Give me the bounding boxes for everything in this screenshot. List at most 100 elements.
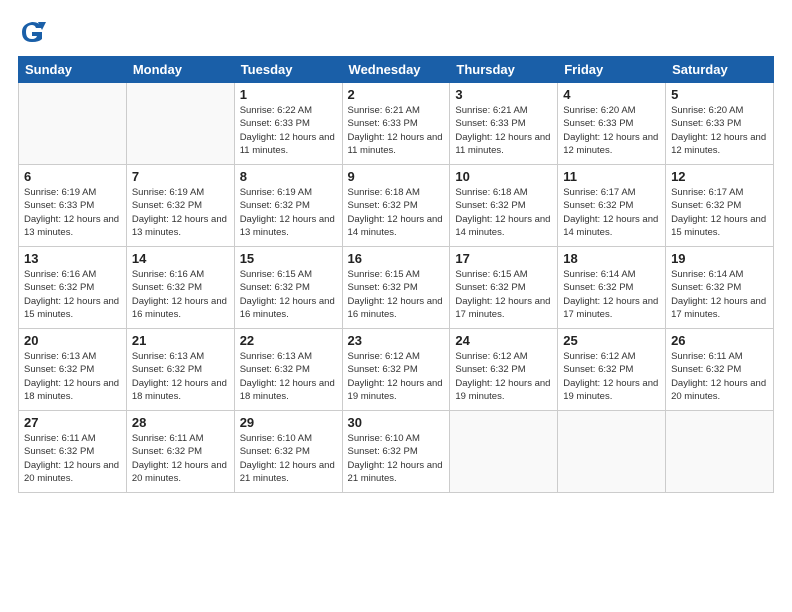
calendar-cell: 9 Sunrise: 6:18 AM Sunset: 6:32 PM Daylig… — [342, 165, 450, 247]
calendar-cell — [558, 411, 666, 493]
day-info: Sunrise: 6:15 AM Sunset: 6:32 PM Dayligh… — [455, 268, 552, 321]
day-number: 12 — [671, 169, 768, 184]
calendar-cell: 24 Sunrise: 6:12 AM Sunset: 6:32 PM Dayli… — [450, 329, 558, 411]
day-info: Sunrise: 6:17 AM Sunset: 6:32 PM Dayligh… — [563, 186, 660, 239]
day-info: Sunrise: 6:20 AM Sunset: 6:33 PM Dayligh… — [671, 104, 768, 157]
calendar-cell: 30Sunrise: 6:10 AM Sunset: 6:32 PM Dayli… — [342, 411, 450, 493]
day-info: Sunrise: 6:19 AM Sunset: 6:33 PM Dayligh… — [24, 186, 121, 239]
day-info: Sunrise: 6:10 AM Sunset: 6:32 PM Dayligh… — [348, 432, 445, 485]
calendar-cell: 15Sunrise: 6:15 AM Sunset: 6:32 PM Dayli… — [234, 247, 342, 329]
day-info: Sunrise: 6:11 AM Sunset: 6:32 PM Dayligh… — [24, 432, 121, 485]
day-number: 18 — [563, 251, 660, 266]
calendar-cell: 26 Sunrise: 6:11 AM Sunset: 6:32 PM Dayli… — [666, 329, 774, 411]
calendar-cell: 17 Sunrise: 6:15 AM Sunset: 6:32 PM Dayli… — [450, 247, 558, 329]
calendar-cell: 28Sunrise: 6:11 AM Sunset: 6:32 PM Dayli… — [126, 411, 234, 493]
calendar-table: SundayMondayTuesdayWednesdayThursdayFrid… — [18, 56, 774, 493]
calendar-cell: 1 Sunrise: 6:22 AM Sunset: 6:33 PM Daylig… — [234, 83, 342, 165]
calendar-cell: 25 Sunrise: 6:12 AM Sunset: 6:32 PM Dayli… — [558, 329, 666, 411]
day-number: 8 — [240, 169, 337, 184]
calendar-week-row: 1 Sunrise: 6:22 AM Sunset: 6:33 PM Daylig… — [19, 83, 774, 165]
day-info: Sunrise: 6:16 AM Sunset: 6:32 PM Dayligh… — [132, 268, 229, 321]
calendar-cell: 11 Sunrise: 6:17 AM Sunset: 6:32 PM Dayli… — [558, 165, 666, 247]
calendar-cell: 8 Sunrise: 6:19 AM Sunset: 6:32 PM Daylig… — [234, 165, 342, 247]
day-info: Sunrise: 6:14 AM Sunset: 6:32 PM Dayligh… — [671, 268, 768, 321]
day-info: Sunrise: 6:22 AM Sunset: 6:33 PM Dayligh… — [240, 104, 337, 157]
day-info: Sunrise: 6:13 AM Sunset: 6:32 PM Dayligh… — [240, 350, 337, 403]
day-number: 2 — [348, 87, 445, 102]
weekday-header-row: SundayMondayTuesdayWednesdayThursdayFrid… — [19, 57, 774, 83]
day-info: Sunrise: 6:18 AM Sunset: 6:32 PM Dayligh… — [455, 186, 552, 239]
calendar-cell: 7 Sunrise: 6:19 AM Sunset: 6:32 PM Daylig… — [126, 165, 234, 247]
header — [18, 18, 774, 46]
day-number: 22 — [240, 333, 337, 348]
day-number: 23 — [348, 333, 445, 348]
day-number: 14 — [132, 251, 229, 266]
day-number: 9 — [348, 169, 445, 184]
calendar-cell: 21 Sunrise: 6:13 AM Sunset: 6:32 PM Dayli… — [126, 329, 234, 411]
calendar-cell — [126, 83, 234, 165]
calendar-week-row: 13 Sunrise: 6:16 AM Sunset: 6:32 PM Dayli… — [19, 247, 774, 329]
calendar-cell: 18 Sunrise: 6:14 AM Sunset: 6:32 PM Dayli… — [558, 247, 666, 329]
day-info: Sunrise: 6:13 AM Sunset: 6:32 PM Dayligh… — [24, 350, 121, 403]
calendar-cell — [666, 411, 774, 493]
day-info: Sunrise: 6:10 AM Sunset: 6:32 PM Dayligh… — [240, 432, 337, 485]
calendar-week-row: 20Sunrise: 6:13 AM Sunset: 6:32 PM Dayli… — [19, 329, 774, 411]
calendar-cell: 20Sunrise: 6:13 AM Sunset: 6:32 PM Dayli… — [19, 329, 127, 411]
calendar-cell: 4 Sunrise: 6:20 AM Sunset: 6:33 PM Daylig… — [558, 83, 666, 165]
day-number: 21 — [132, 333, 229, 348]
calendar-cell — [450, 411, 558, 493]
weekday-header-monday: Monday — [126, 57, 234, 83]
day-info: Sunrise: 6:21 AM Sunset: 6:33 PM Dayligh… — [348, 104, 445, 157]
day-number: 17 — [455, 251, 552, 266]
calendar-cell: 19Sunrise: 6:14 AM Sunset: 6:32 PM Dayli… — [666, 247, 774, 329]
day-number: 3 — [455, 87, 552, 102]
calendar-cell: 27 Sunrise: 6:11 AM Sunset: 6:32 PM Dayli… — [19, 411, 127, 493]
calendar-week-row: 27 Sunrise: 6:11 AM Sunset: 6:32 PM Dayli… — [19, 411, 774, 493]
calendar-cell: 13 Sunrise: 6:16 AM Sunset: 6:32 PM Dayli… — [19, 247, 127, 329]
day-info: Sunrise: 6:14 AM Sunset: 6:32 PM Dayligh… — [563, 268, 660, 321]
calendar-cell: 16 Sunrise: 6:15 AM Sunset: 6:32 PM Dayli… — [342, 247, 450, 329]
calendar-cell: 5Sunrise: 6:20 AM Sunset: 6:33 PM Daylig… — [666, 83, 774, 165]
calendar-cell: 29 Sunrise: 6:10 AM Sunset: 6:32 PM Dayli… — [234, 411, 342, 493]
weekday-header-saturday: Saturday — [666, 57, 774, 83]
day-info: Sunrise: 6:18 AM Sunset: 6:32 PM Dayligh… — [348, 186, 445, 239]
day-info: Sunrise: 6:19 AM Sunset: 6:32 PM Dayligh… — [132, 186, 229, 239]
day-number: 13 — [24, 251, 121, 266]
calendar-cell: 6 Sunrise: 6:19 AM Sunset: 6:33 PM Daylig… — [19, 165, 127, 247]
day-info: Sunrise: 6:12 AM Sunset: 6:32 PM Dayligh… — [563, 350, 660, 403]
logo-icon — [18, 18, 46, 46]
day-info: Sunrise: 6:13 AM Sunset: 6:32 PM Dayligh… — [132, 350, 229, 403]
day-info: Sunrise: 6:17 AM Sunset: 6:32 PM Dayligh… — [671, 186, 768, 239]
day-number: 27 — [24, 415, 121, 430]
calendar-week-row: 6 Sunrise: 6:19 AM Sunset: 6:33 PM Daylig… — [19, 165, 774, 247]
day-info: Sunrise: 6:16 AM Sunset: 6:32 PM Dayligh… — [24, 268, 121, 321]
day-number: 16 — [348, 251, 445, 266]
day-number: 10 — [455, 169, 552, 184]
day-number: 1 — [240, 87, 337, 102]
logo — [18, 18, 50, 46]
day-info: Sunrise: 6:12 AM Sunset: 6:32 PM Dayligh… — [455, 350, 552, 403]
day-info: Sunrise: 6:15 AM Sunset: 6:32 PM Dayligh… — [348, 268, 445, 321]
day-info: Sunrise: 6:11 AM Sunset: 6:32 PM Dayligh… — [132, 432, 229, 485]
day-number: 25 — [563, 333, 660, 348]
calendar-cell — [19, 83, 127, 165]
weekday-header-wednesday: Wednesday — [342, 57, 450, 83]
calendar-cell: 2 Sunrise: 6:21 AM Sunset: 6:33 PM Daylig… — [342, 83, 450, 165]
day-info: Sunrise: 6:19 AM Sunset: 6:32 PM Dayligh… — [240, 186, 337, 239]
day-number: 4 — [563, 87, 660, 102]
day-info: Sunrise: 6:11 AM Sunset: 6:32 PM Dayligh… — [671, 350, 768, 403]
day-number: 6 — [24, 169, 121, 184]
day-number: 15 — [240, 251, 337, 266]
day-number: 29 — [240, 415, 337, 430]
page: SundayMondayTuesdayWednesdayThursdayFrid… — [0, 0, 792, 612]
day-number: 26 — [671, 333, 768, 348]
day-number: 11 — [563, 169, 660, 184]
calendar-cell: 3Sunrise: 6:21 AM Sunset: 6:33 PM Daylig… — [450, 83, 558, 165]
day-number: 7 — [132, 169, 229, 184]
calendar-cell: 14 Sunrise: 6:16 AM Sunset: 6:32 PM Dayli… — [126, 247, 234, 329]
day-info: Sunrise: 6:20 AM Sunset: 6:33 PM Dayligh… — [563, 104, 660, 157]
weekday-header-tuesday: Tuesday — [234, 57, 342, 83]
calendar-cell: 22 Sunrise: 6:13 AM Sunset: 6:32 PM Dayli… — [234, 329, 342, 411]
calendar-cell: 10 Sunrise: 6:18 AM Sunset: 6:32 PM Dayli… — [450, 165, 558, 247]
day-number: 24 — [455, 333, 552, 348]
